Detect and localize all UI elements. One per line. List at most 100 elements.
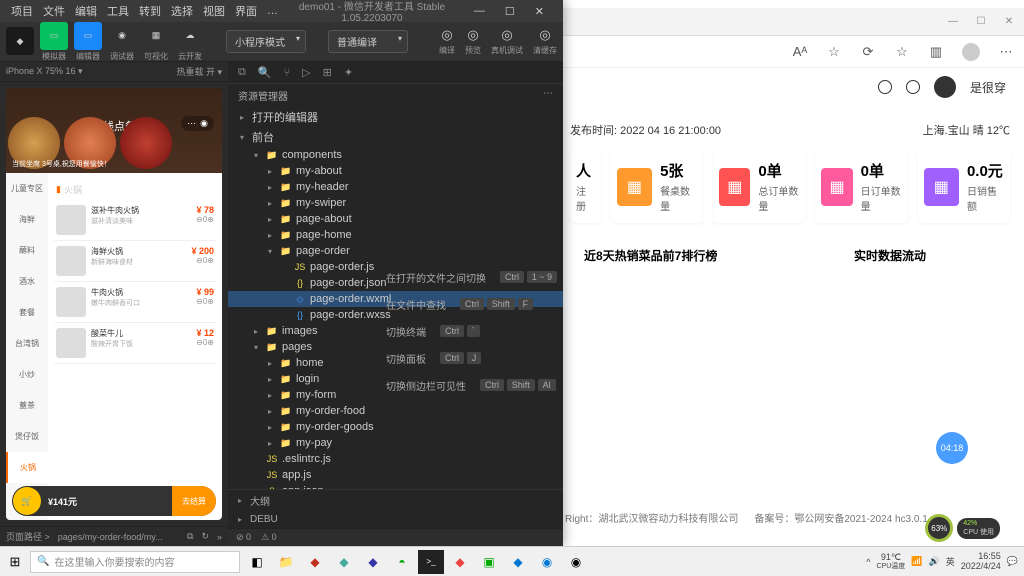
ime-indicator[interactable]: 英 [946, 555, 955, 568]
user-avatar[interactable] [934, 76, 956, 98]
category-item[interactable]: 火锅 [6, 452, 48, 483]
tree-item-my-order-goods[interactable]: ▸📁my-order-goods [228, 419, 563, 435]
category-item[interactable]: 蘸料 [6, 235, 48, 266]
visual-button[interactable]: ▦ [142, 22, 170, 50]
tree-item-my-order-food[interactable]: ▸📁my-order-food [228, 403, 563, 419]
warnings-count[interactable]: ⚠ 0 [261, 532, 277, 543]
tray-chevron[interactable]: ^ [866, 557, 870, 567]
open-editors-section[interactable]: ▸打开的编辑器 [228, 107, 563, 127]
app-icon-1[interactable]: ◆ [302, 550, 328, 574]
wechat-icon[interactable]: ◓ [389, 550, 415, 574]
mode-dropdown[interactable]: 小程序模式 [226, 30, 306, 53]
maximize-icon[interactable]: ☐ [974, 15, 988, 29]
network-icon[interactable]: 📶 [911, 556, 922, 567]
debug-icon[interactable]: ▷ [302, 66, 310, 79]
app-icon-3[interactable]: ◆ [360, 550, 386, 574]
files-icon[interactable]: ⧉ [238, 66, 246, 79]
errors-count[interactable]: ⊘ 0 [236, 532, 251, 543]
app-icon-2[interactable]: ◆ [331, 550, 357, 574]
category-item[interactable]: 酒水 [6, 266, 48, 297]
cpu-widget[interactable]: 63% 42%CPU 使用 [925, 514, 1000, 542]
tree-item-app.js[interactable]: JSapp.js [228, 467, 563, 483]
ext-icon[interactable]: ⊞ [323, 66, 332, 79]
outline-section[interactable]: ▸大纲 [228, 490, 563, 511]
tree-item-page-home[interactable]: ▸📁page-home [228, 227, 563, 243]
menu-界面[interactable]: 界面 [230, 3, 262, 19]
tree-item-my-about[interactable]: ▸📁my-about [228, 163, 563, 179]
tree-item-my-pay[interactable]: ▸📁my-pay [228, 435, 563, 451]
taskbar-search[interactable]: 🔍 在这里输入你要搜索的内容 [30, 551, 240, 573]
menu-选择[interactable]: 选择 [166, 3, 198, 19]
ide-maximize-icon[interactable]: ☐ [500, 5, 520, 18]
vscode-icon[interactable]: ◆ [505, 550, 531, 574]
menu-转到[interactable]: 转到 [134, 3, 166, 19]
tb-编译[interactable]: ◎编译 [439, 27, 455, 56]
cloud-button[interactable]: ☁ [176, 22, 204, 50]
clock[interactable]: 16:552022/4/24 [961, 552, 1001, 572]
star-add-icon[interactable]: ☆ [826, 44, 842, 60]
rotate-icon[interactable]: ↻ [201, 531, 209, 542]
refresh-icon[interactable]: ⟳ [860, 44, 876, 60]
profile-avatar[interactable] [962, 43, 980, 61]
chrome-icon[interactable]: ◉ [563, 550, 589, 574]
category-item[interactable]: 儿童专区 [6, 173, 48, 204]
menu-编辑[interactable]: 编辑 [70, 3, 102, 19]
category-item[interactable]: 煲仔饭 [6, 421, 48, 452]
tree-item-components[interactable]: ▾📁components [228, 147, 563, 163]
task-view-icon[interactable]: ◧ [244, 550, 270, 574]
start-button[interactable]: ⊞ [0, 554, 30, 570]
simulator-button[interactable]: ▭ [40, 22, 68, 50]
notifications-icon[interactable]: 💬 [1007, 556, 1018, 567]
menu-项目[interactable]: 项目 [6, 3, 38, 19]
avatar-button[interactable]: ◆ [6, 27, 34, 55]
page-path[interactable]: pages/my-order-food/my... [58, 532, 163, 542]
debug-section[interactable]: ▸DEBU [228, 511, 563, 528]
category-item[interactable]: 套餐 [6, 297, 48, 328]
collections-icon[interactable]: ▥ [928, 44, 944, 60]
category-item[interactable]: 海鲜 [6, 204, 48, 235]
tree-item-.eslintrc.js[interactable]: JS.eslintrc.js [228, 451, 563, 467]
tree-item-page-order[interactable]: ▾📁page-order [228, 243, 563, 259]
device-selector[interactable]: iPhone X 75% 16 ▾ [6, 66, 83, 77]
food-item[interactable]: 牛肉火锅嫩牛肉鲜香可口¥ 99⊖0⊕ [54, 282, 216, 323]
ide-minimize-icon[interactable]: — [469, 5, 490, 18]
menu-工具[interactable]: 工具 [102, 3, 134, 19]
search-icon[interactable]: 🔍 [258, 66, 272, 79]
editor-button[interactable]: ▭ [74, 22, 102, 50]
food-item[interactable]: 海鲜火锅新鲜海味食材¥ 200⊖0⊕ [54, 241, 216, 282]
floating-timer-badge[interactable]: 04:18 [936, 432, 968, 464]
favorites-icon[interactable]: ☆ [894, 44, 910, 60]
text-size-icon[interactable]: Aᴬ [792, 44, 808, 60]
phone-simulator[interactable]: < 返回 在线点餐 ⋯◉ 当前坐席 3号桌,祝您用餐愉快！ 儿童专区海鲜蘸料酒水… [6, 88, 222, 520]
tb-清缓存[interactable]: ◎清缓存 [533, 27, 557, 56]
edge-icon[interactable]: ◉ [534, 550, 560, 574]
checkout-button[interactable]: 去结算 [172, 486, 216, 516]
menu-文件[interactable]: 文件 [38, 3, 70, 19]
menu-视图[interactable]: 视图 [198, 3, 230, 19]
app-icon-4[interactable]: ◆ [447, 550, 473, 574]
expand-icon[interactable] [906, 80, 920, 94]
git-icon[interactable]: ⑂ [284, 67, 291, 79]
explorer-icon[interactable]: 📁 [273, 550, 299, 574]
tb-预览[interactable]: ◎预览 [465, 27, 481, 56]
debugger-button[interactable]: ◉ [108, 22, 136, 50]
devtools-icon[interactable]: ▣ [476, 550, 502, 574]
volume-icon[interactable]: 🔊 [929, 556, 940, 567]
compile-dropdown[interactable]: 普通编译 [328, 30, 408, 53]
minimize-icon[interactable]: — [946, 15, 960, 29]
food-item[interactable]: 酸菜牛儿酸辣开胃下饭¥ 12⊖0⊕ [54, 323, 216, 364]
tree-item-page-about[interactable]: ▸📁page-about [228, 211, 563, 227]
category-item[interactable]: 蓋茶 [6, 390, 48, 421]
cart-icon[interactable]: 🛒 [13, 487, 41, 515]
food-item[interactable]: 滋补牛肉火锅滋补清淡美味¥ 78⊖0⊕ [54, 200, 216, 241]
cart-bar[interactable]: 🛒 ¥141元 去结算 [12, 486, 216, 516]
terminal-icon[interactable]: >_ [418, 550, 444, 574]
close-icon[interactable]: ✕ [1002, 15, 1016, 29]
tree-item-my-header[interactable]: ▸📁my-header [228, 179, 563, 195]
robot-icon[interactable]: ✦ [344, 66, 353, 79]
category-item[interactable]: 小炒 [6, 359, 48, 390]
explorer-more-icon[interactable]: ⋯ [543, 88, 553, 103]
tree-item-my-swiper[interactable]: ▸📁my-swiper [228, 195, 563, 211]
more-icon[interactable]: ⋯ [998, 44, 1014, 60]
ide-close-icon[interactable]: ✕ [530, 5, 549, 18]
